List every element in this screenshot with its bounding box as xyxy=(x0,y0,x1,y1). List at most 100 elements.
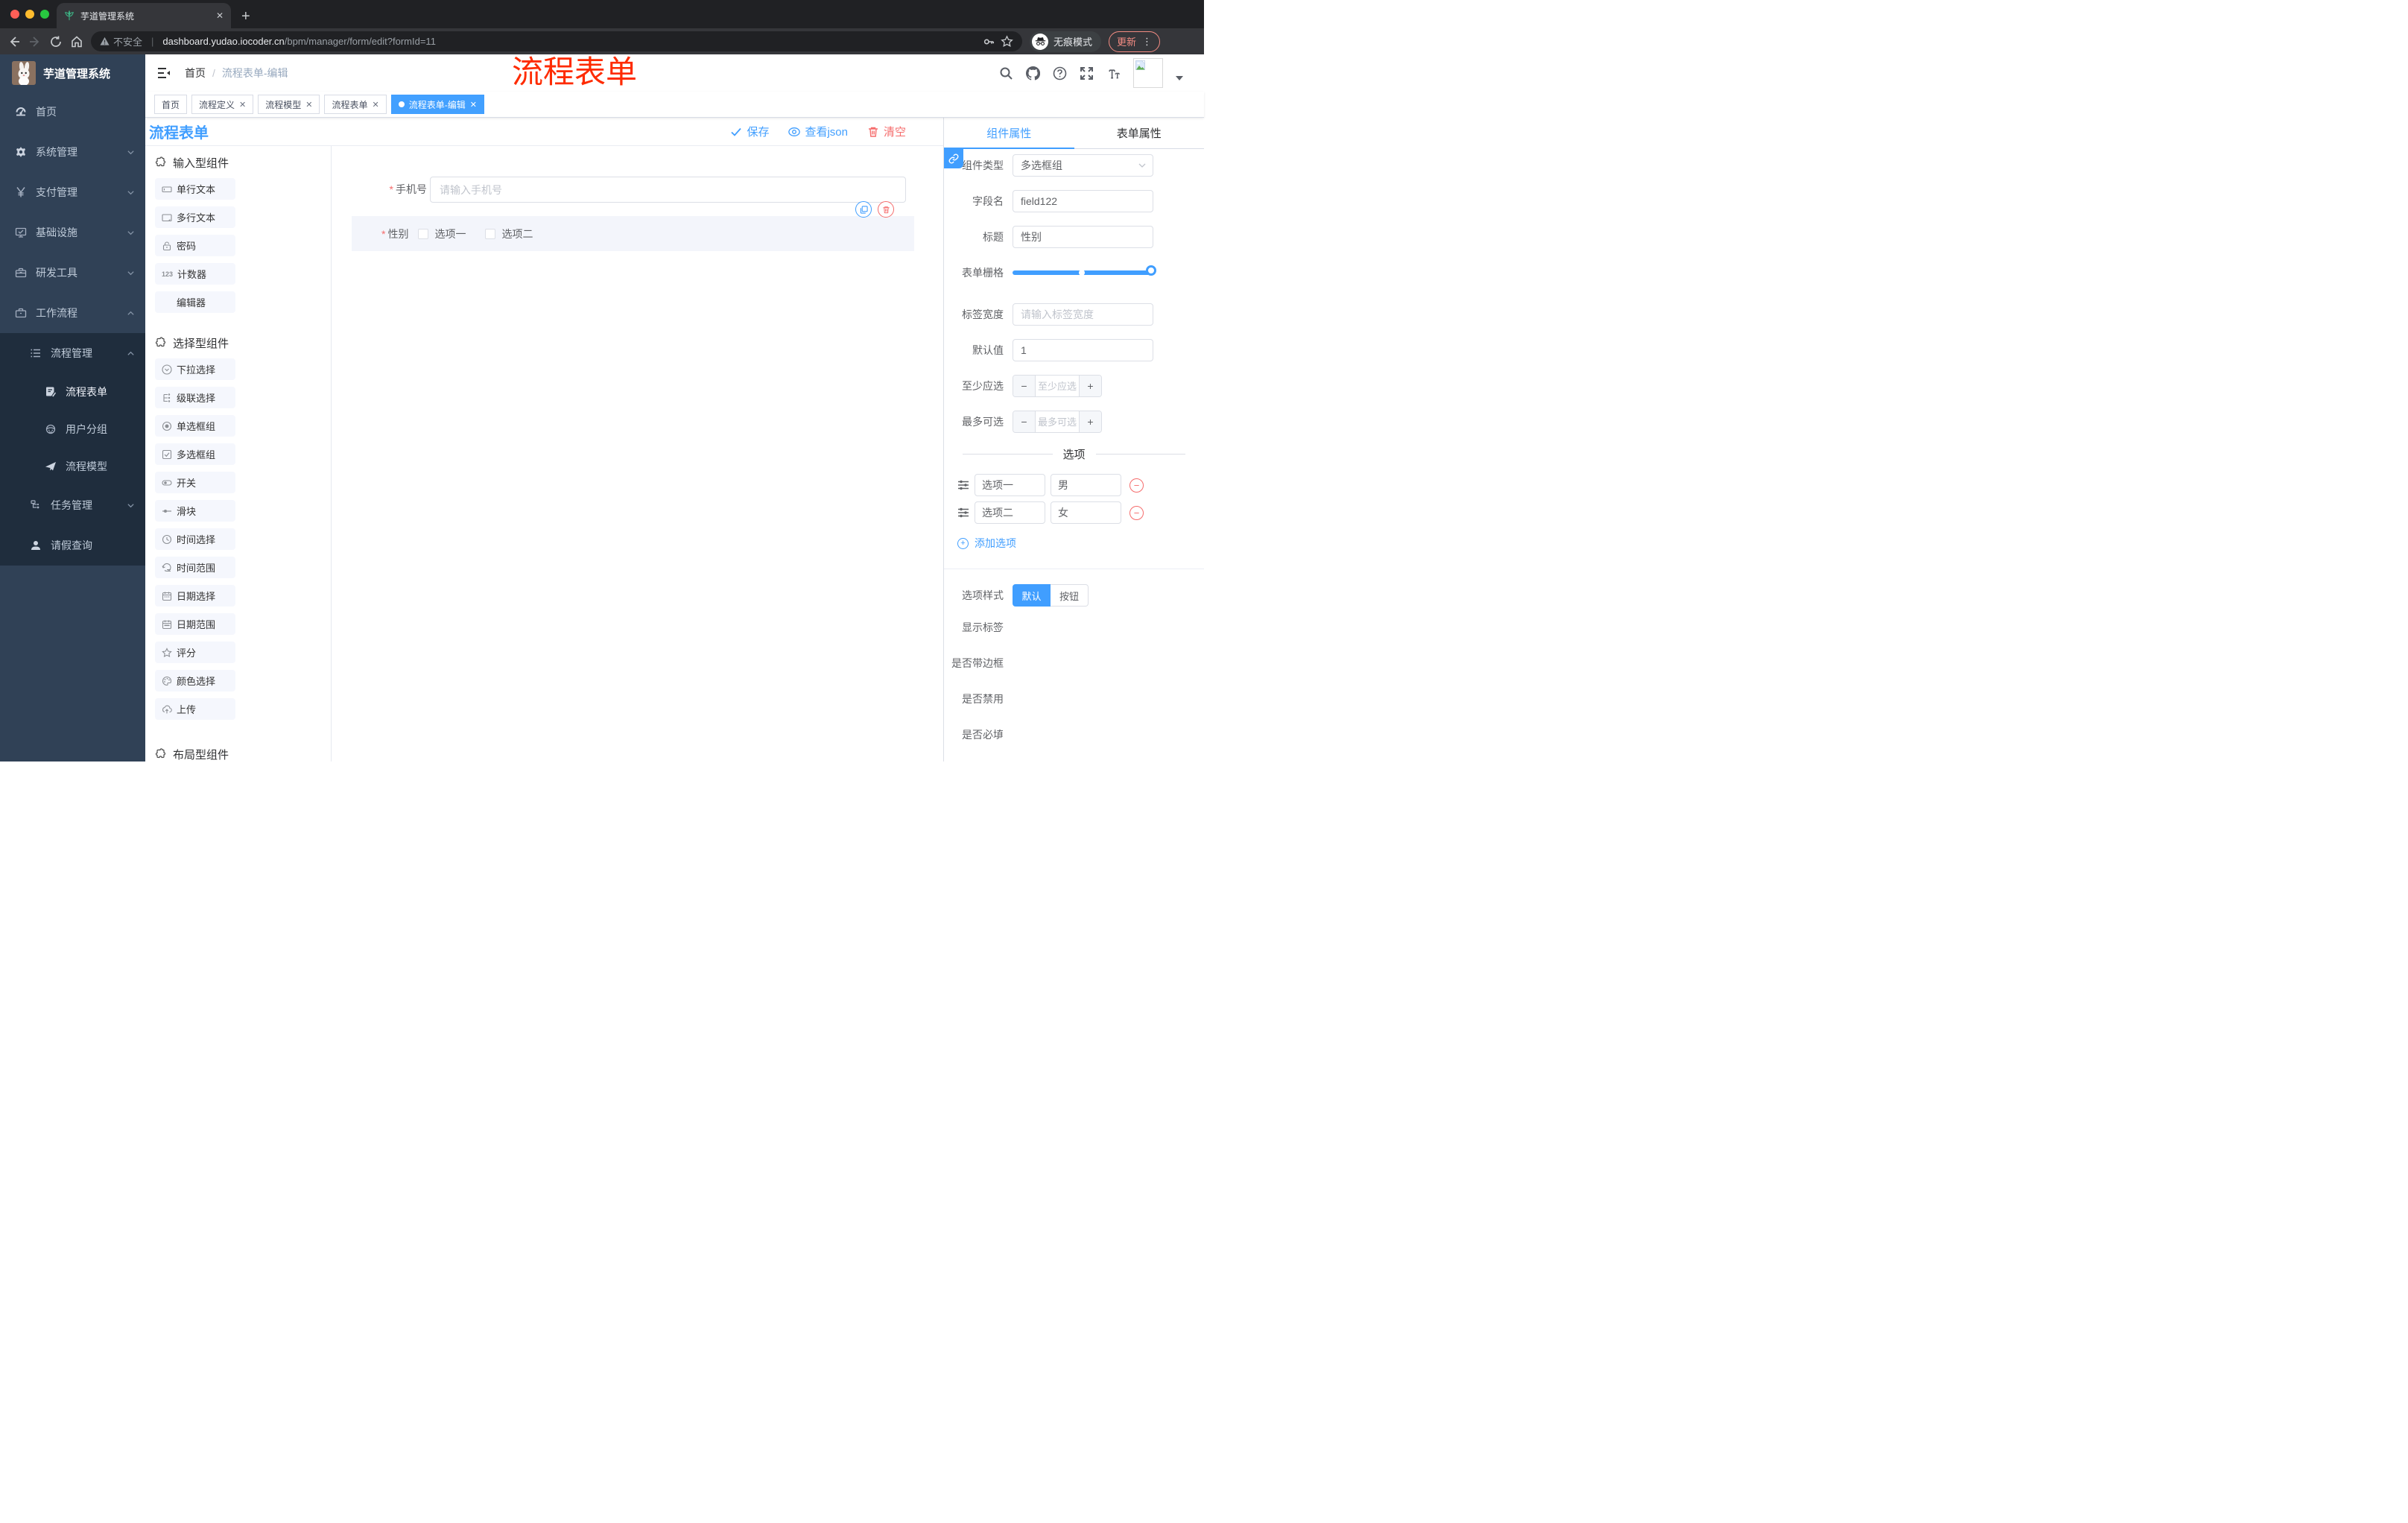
tag-process-model[interactable]: 流程模型 ✕ xyxy=(258,95,320,114)
palette-item-password[interactable]: 密码 xyxy=(155,235,235,256)
sidebar-item-home[interactable]: 首页 xyxy=(0,92,145,132)
palette-item-date-picker[interactable]: 日期选择 xyxy=(155,585,235,607)
sidebar-item-process-form[interactable]: 流程表单 xyxy=(0,373,145,411)
field-link-handle[interactable] xyxy=(944,149,963,168)
tab-close-icon[interactable]: ✕ xyxy=(216,10,224,21)
tag-process-form-edit[interactable]: 流程表单-编辑 ✕ xyxy=(390,95,484,114)
grid-slider[interactable] xyxy=(1013,262,1156,284)
browser-menu-icon[interactable]: ⋮ xyxy=(1142,36,1152,48)
fullscreen-icon[interactable] xyxy=(1080,66,1094,80)
palette-item-counter[interactable]: 123 计数器 xyxy=(155,263,235,285)
sidebar-item-leave-query[interactable]: 请假查询 xyxy=(0,525,145,566)
breadcrumb-home[interactable]: 首页 xyxy=(185,66,206,80)
style-button-button[interactable]: 按钮 xyxy=(1051,584,1089,607)
drag-handle-icon[interactable] xyxy=(957,507,969,519)
sidebar-item-user-group[interactable]: 用户分组 xyxy=(0,411,145,448)
palette-item-time-range[interactable]: 时间范围 xyxy=(155,557,235,578)
sidebar-item-process-mgmt[interactable]: 流程管理 xyxy=(0,333,145,373)
avatar-caret-icon[interactable] xyxy=(1176,76,1183,80)
duplicate-field-button[interactable] xyxy=(855,201,872,218)
gender-option-2[interactable]: 选项二 xyxy=(485,227,533,241)
palette-item-select[interactable]: 下拉选择 xyxy=(155,358,235,380)
title-input[interactable] xyxy=(1013,226,1153,248)
save-button[interactable]: 保存 xyxy=(730,124,769,139)
help-icon[interactable] xyxy=(1053,66,1067,80)
delete-field-button[interactable] xyxy=(878,201,894,218)
sidebar-item-system[interactable]: 系统管理 xyxy=(0,132,145,172)
tag-process-definition[interactable]: 流程定义 ✕ xyxy=(191,95,254,114)
tag-close-icon[interactable]: ✕ xyxy=(373,100,379,110)
palette-item-rate[interactable]: 评分 xyxy=(155,642,235,663)
increase-button[interactable]: + xyxy=(1080,376,1101,396)
back-icon[interactable] xyxy=(7,35,21,48)
sidebar-item-payment[interactable]: 支付管理 xyxy=(0,172,145,212)
add-option-button[interactable]: + 添加选项 xyxy=(957,534,1204,552)
default-value-input[interactable] xyxy=(1013,339,1153,361)
phone-input[interactable] xyxy=(430,177,906,203)
checkbox-icon[interactable] xyxy=(485,228,496,239)
maximize-window-button[interactable] xyxy=(40,10,49,19)
minimize-window-button[interactable] xyxy=(25,10,34,19)
window-controls[interactable] xyxy=(10,10,49,19)
palette-item-color-picker[interactable]: 颜色选择 xyxy=(155,670,235,691)
palette-item-single-text[interactable]: 单行文本 xyxy=(155,178,235,200)
clear-button[interactable]: 清空 xyxy=(867,124,906,139)
sidebar-item-devtools[interactable]: 研发工具 xyxy=(0,253,145,293)
tag-close-icon[interactable]: ✕ xyxy=(305,100,312,110)
address-bar[interactable]: 不安全 | dashboard.yudao.iocoder.cn/bpm/man… xyxy=(91,31,1022,51)
close-window-button[interactable] xyxy=(10,10,19,19)
new-tab-button[interactable]: + xyxy=(241,9,250,24)
tab-form-props[interactable]: 表单属性 xyxy=(1074,118,1205,148)
collapse-sidebar-icon[interactable] xyxy=(156,66,171,80)
sidebar-item-process-model[interactable]: 流程模型 xyxy=(0,448,145,485)
tag-process-form[interactable]: 流程表单 ✕ xyxy=(324,95,387,114)
sidebar-item-task-mgmt[interactable]: 任务管理 xyxy=(0,485,145,525)
remove-option-button[interactable]: − xyxy=(1129,505,1144,520)
slider-track[interactable] xyxy=(1013,265,1156,276)
form-canvas[interactable]: *手机号 *性别 xyxy=(332,146,943,762)
github-icon[interactable] xyxy=(1026,66,1040,80)
min-select-input[interactable] xyxy=(1035,376,1080,396)
password-key-icon[interactable] xyxy=(983,36,995,48)
update-button[interactable]: 更新 ⋮ xyxy=(1109,31,1161,52)
checkbox-icon[interactable] xyxy=(418,228,429,239)
gender-option-1[interactable]: 选项一 xyxy=(418,227,466,241)
option-label-input[interactable] xyxy=(975,474,1045,496)
style-default-button[interactable]: 默认 xyxy=(1013,584,1051,607)
slider-handle[interactable] xyxy=(1146,265,1156,276)
forward-icon[interactable] xyxy=(28,35,42,48)
palette-item-date-range[interactable]: 日期范围 xyxy=(155,613,235,635)
palette-item-upload[interactable]: 上传 xyxy=(155,698,235,720)
search-icon[interactable] xyxy=(999,66,1013,80)
tag-close-icon[interactable]: ✕ xyxy=(470,100,477,110)
tag-close-icon[interactable]: ✕ xyxy=(239,100,246,110)
increase-button[interactable]: + xyxy=(1080,411,1101,432)
tab-component-props[interactable]: 组件属性 xyxy=(944,118,1074,148)
option-label-input[interactable] xyxy=(975,501,1045,524)
reload-icon[interactable] xyxy=(49,35,63,48)
palette-item-slider[interactable]: 滑块 xyxy=(155,500,235,522)
option-value-input[interactable] xyxy=(1051,474,1121,496)
user-avatar[interactable] xyxy=(1133,58,1163,88)
palette-item-radio-group[interactable]: 单选框组 xyxy=(155,415,235,437)
component-type-select[interactable] xyxy=(1013,154,1153,177)
tag-home[interactable]: 首页 xyxy=(154,95,188,114)
decrease-button[interactable]: − xyxy=(1013,411,1035,432)
browser-tab[interactable]: 芋道管理系统 ✕ xyxy=(57,3,231,28)
drag-handle-icon[interactable] xyxy=(957,479,969,491)
home-icon[interactable] xyxy=(70,35,83,48)
font-size-icon[interactable] xyxy=(1106,66,1121,80)
sidebar-item-workflow[interactable]: 工作流程 xyxy=(0,293,145,333)
sidebar-item-infra[interactable]: 基础设施 xyxy=(0,212,145,253)
view-json-button[interactable]: 查看json xyxy=(788,124,848,139)
field-name-input[interactable] xyxy=(1013,190,1153,212)
canvas-field-phone[interactable]: * 手机号 xyxy=(381,177,906,203)
remove-option-button[interactable]: − xyxy=(1129,478,1144,493)
bookmark-star-icon[interactable] xyxy=(1001,35,1013,48)
label-width-input[interactable] xyxy=(1013,303,1153,326)
decrease-button[interactable]: − xyxy=(1013,376,1035,396)
palette-item-editor[interactable]: 编辑器 xyxy=(155,291,235,313)
palette-item-checkbox-group[interactable]: 多选框组 xyxy=(155,443,235,465)
option-value-input[interactable] xyxy=(1051,501,1121,524)
palette-item-time-picker[interactable]: 时间选择 xyxy=(155,528,235,550)
